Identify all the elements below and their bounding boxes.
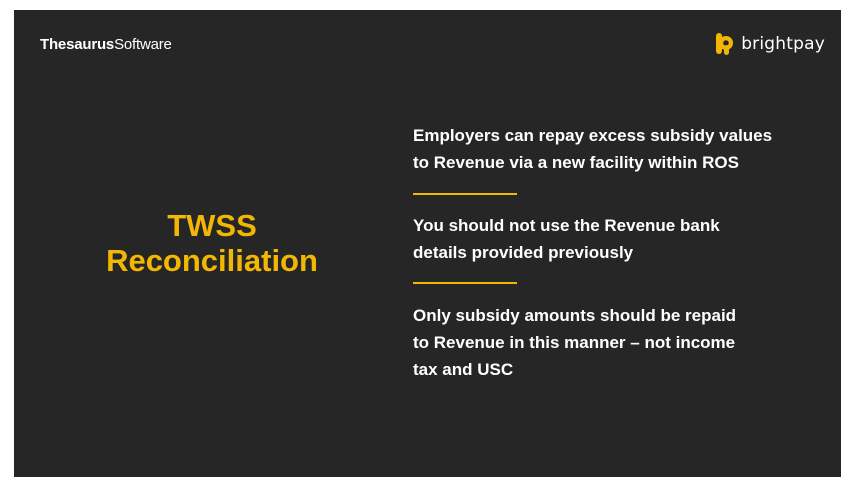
key-point-subsidy-only: Only subsidy amounts should be repaid to… bbox=[413, 306, 737, 379]
brightpay-logo: brightpay bbox=[715, 32, 825, 56]
slide-title-line-1: TWSS bbox=[167, 208, 257, 243]
brand-name-light: Software bbox=[114, 36, 172, 53]
brightpay-logo-icon bbox=[716, 33, 734, 55]
key-points-list: Employers can repay excess subsidy value… bbox=[413, 122, 793, 383]
key-point-bank-details: You should not use the Revenue bank deta… bbox=[413, 216, 720, 262]
brand-name-bold: Thesaurus bbox=[40, 36, 115, 53]
divider-line bbox=[413, 193, 517, 195]
key-point-repay-via-ros: Employers can repay excess subsidy value… bbox=[413, 126, 773, 172]
thesaurus-software-logo: ThesaurusSoftware bbox=[40, 36, 172, 53]
brightpay-logo-text: brightpay bbox=[741, 34, 825, 54]
slide-title: TWSS Reconciliation bbox=[62, 208, 362, 278]
slide: ThesaurusSoftware brightpay TWSS Reconci… bbox=[14, 10, 841, 477]
divider-line bbox=[413, 282, 517, 284]
slide-title-line-2: Reconciliation bbox=[106, 243, 318, 278]
